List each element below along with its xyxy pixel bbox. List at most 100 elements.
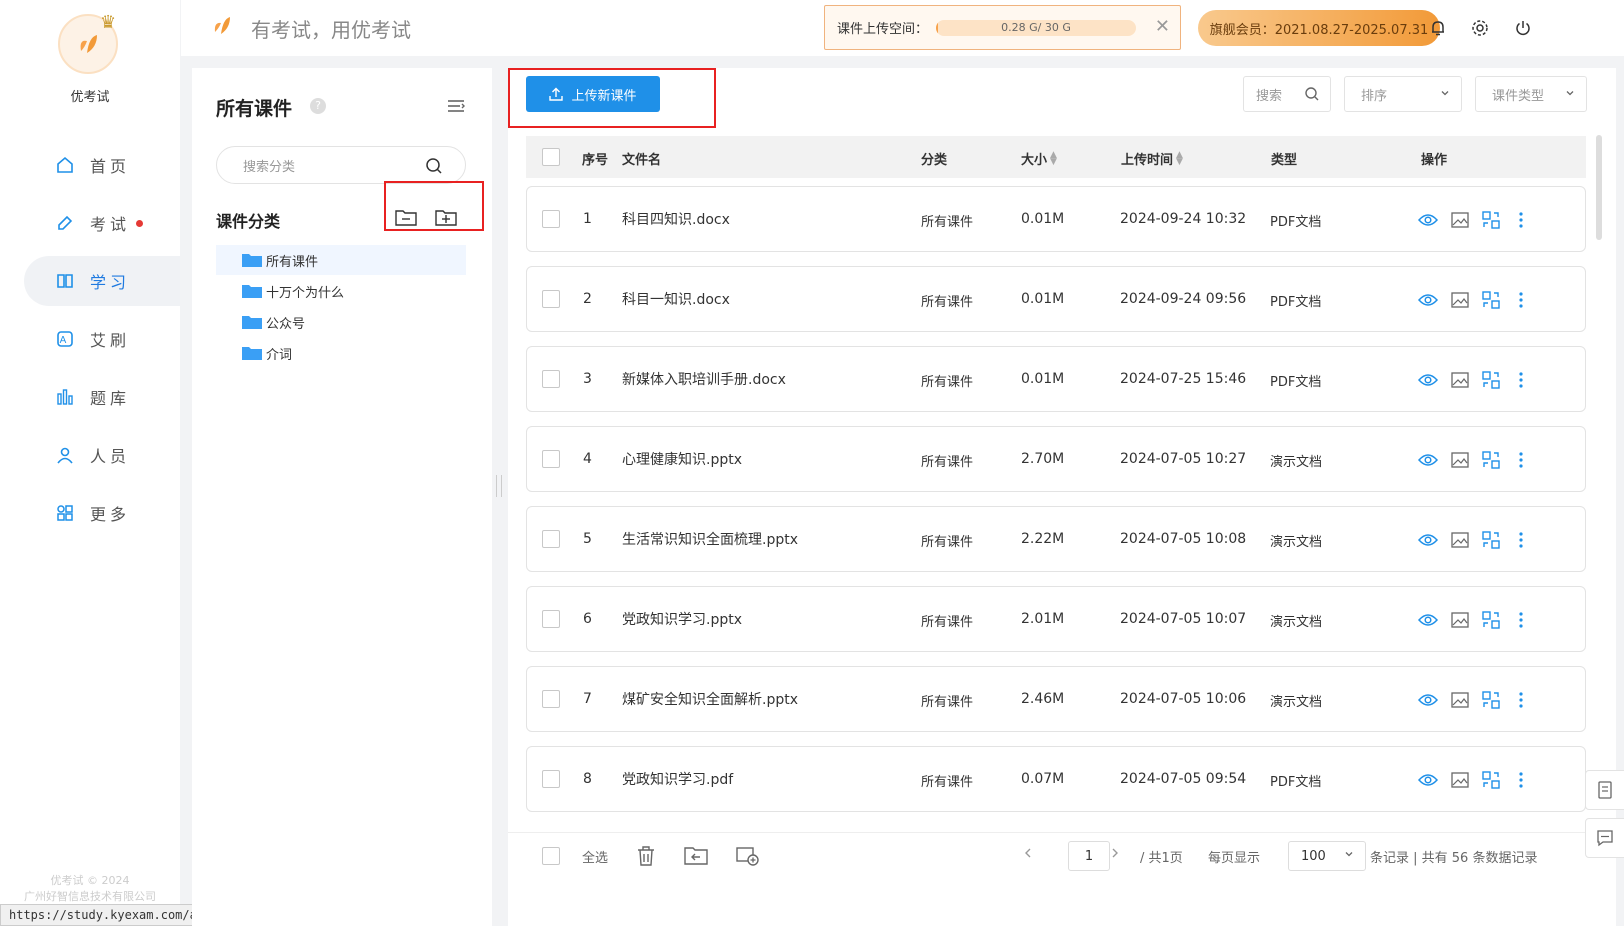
trash-icon[interactable] xyxy=(636,845,656,867)
move-folder-icon[interactable] xyxy=(684,845,708,865)
eye-icon[interactable] xyxy=(1417,769,1439,791)
row-checkbox[interactable] xyxy=(542,210,560,228)
transfer-icon[interactable] xyxy=(1480,209,1502,231)
search-icon[interactable] xyxy=(425,157,443,179)
chat-icon[interactable] xyxy=(1585,818,1624,858)
page-number-input[interactable]: 1 xyxy=(1068,841,1110,871)
image-icon[interactable] xyxy=(1449,449,1471,471)
cell-filename[interactable]: 科目一知识.docx xyxy=(622,289,730,309)
page-size-select[interactable]: 100 xyxy=(1288,841,1366,871)
more-vertical-icon[interactable] xyxy=(1510,449,1532,471)
sort-select[interactable]: 排序 xyxy=(1344,76,1462,112)
power-icon[interactable] xyxy=(1511,16,1535,40)
more-vertical-icon[interactable] xyxy=(1510,529,1532,551)
col-time[interactable]: 上传时间 ▲ ▼ xyxy=(1121,149,1183,168)
table-row[interactable]: 5 生活常识知识全面梳理.pptx 所有课件 2.22M 2024-07-05 10:0… xyxy=(526,506,1586,572)
cell-filename[interactable]: 生活常识知识全面梳理.pptx xyxy=(622,529,798,549)
search-icon[interactable] xyxy=(1304,86,1320,106)
cell-filename[interactable]: 科目四知识.docx xyxy=(622,209,730,229)
image-icon[interactable] xyxy=(1449,689,1471,711)
prev-page-icon[interactable] xyxy=(1023,847,1033,859)
close-icon[interactable]: ✕ xyxy=(1155,16,1170,37)
cell-filename[interactable]: 党政知识学习.pptx xyxy=(622,609,742,629)
col-size[interactable]: 大小 ▲ ▼ xyxy=(1021,149,1057,168)
batch-settings-icon[interactable] xyxy=(736,845,760,867)
search-box[interactable]: 搜索 xyxy=(1243,76,1331,112)
more-vertical-icon[interactable] xyxy=(1510,209,1532,231)
tree-item[interactable]: 十万个为什么 xyxy=(216,276,466,306)
upload-courseware-button[interactable]: 上传新课件 xyxy=(526,76,660,112)
more-vertical-icon[interactable] xyxy=(1510,369,1532,391)
cell-filename[interactable]: 煤矿安全知识全面解析.pptx xyxy=(622,689,798,709)
cell-filename[interactable]: 新媒体入职培训手册.docx xyxy=(622,369,786,389)
vip-badge[interactable]: 旗舰会员：2021.08.27-2025.07.31 xyxy=(1198,10,1440,46)
row-checkbox[interactable] xyxy=(542,690,560,708)
transfer-icon[interactable] xyxy=(1480,689,1502,711)
transfer-icon[interactable] xyxy=(1480,449,1502,471)
eye-icon[interactable] xyxy=(1417,209,1439,231)
select-all-label[interactable]: 全选 xyxy=(582,847,608,866)
scrollbar[interactable] xyxy=(1596,135,1602,240)
table-row[interactable]: 8 党政知识学习.pdf 所有课件 0.07M 2024-07-05 09:54 PDF文… xyxy=(526,746,1586,812)
image-icon[interactable] xyxy=(1449,369,1471,391)
more-vertical-icon[interactable] xyxy=(1510,769,1532,791)
more-vertical-icon[interactable] xyxy=(1510,609,1532,631)
notes-icon[interactable] xyxy=(1585,770,1624,810)
image-icon[interactable] xyxy=(1449,209,1471,231)
nav-item-more[interactable]: 更多 xyxy=(24,488,180,538)
help-icon[interactable]: ? xyxy=(310,98,326,114)
table-row[interactable]: 3 新媒体入职培训手册.docx 所有课件 0.01M 2024-07-25 15:46… xyxy=(526,346,1586,412)
transfer-icon[interactable] xyxy=(1480,609,1502,631)
eye-icon[interactable] xyxy=(1417,449,1439,471)
cell-filename[interactable]: 心理健康知识.pptx xyxy=(622,449,742,469)
more-vertical-icon[interactable] xyxy=(1510,689,1532,711)
image-icon[interactable] xyxy=(1449,769,1471,791)
image-icon[interactable] xyxy=(1449,609,1471,631)
nav-item-home[interactable]: 首页 xyxy=(24,140,180,190)
row-checkbox[interactable] xyxy=(542,450,560,468)
footer-select-all-checkbox[interactable] xyxy=(542,847,560,865)
eye-icon[interactable] xyxy=(1417,369,1439,391)
eye-icon[interactable] xyxy=(1417,689,1439,711)
table-row[interactable]: 4 心理健康知识.pptx 所有课件 2.70M 2024-07-05 10:27 演示文… xyxy=(526,426,1586,492)
select-all-checkbox[interactable] xyxy=(542,148,560,166)
image-icon[interactable] xyxy=(1449,289,1471,311)
table-row[interactable]: 2 科目一知识.docx 所有课件 0.01M 2024-09-24 09:56 PDF文… xyxy=(526,266,1586,332)
eye-icon[interactable] xyxy=(1417,529,1439,551)
tree-item[interactable]: 公众号 xyxy=(216,307,466,337)
row-checkbox[interactable] xyxy=(542,290,560,308)
courseware-type-select[interactable]: 课件类型 xyxy=(1475,76,1587,112)
nav-item-people[interactable]: 人员 xyxy=(24,430,180,480)
eye-icon[interactable] xyxy=(1417,289,1439,311)
cell-filename[interactable]: 党政知识学习.pdf xyxy=(622,769,733,789)
image-icon[interactable] xyxy=(1449,529,1471,551)
collapse-menu-icon[interactable] xyxy=(446,98,466,118)
eye-icon[interactable] xyxy=(1417,609,1439,631)
category-search-input[interactable]: 搜索分类 xyxy=(216,146,466,184)
panel-resize-handle[interactable] xyxy=(496,475,502,497)
table-row[interactable]: 1 科目四知识.docx 所有课件 0.01M 2024-09-24 10:32 PDF文… xyxy=(526,186,1586,252)
transfer-icon[interactable] xyxy=(1480,529,1502,551)
nav-item-question-bank[interactable]: 题库 xyxy=(24,372,180,422)
table-row[interactable]: 6 党政知识学习.pptx 所有课件 2.01M 2024-07-05 10:07 演示文… xyxy=(526,586,1586,652)
app-logo[interactable]: ♛ xyxy=(58,12,122,78)
transfer-icon[interactable] xyxy=(1480,769,1502,791)
nav-item-study[interactable]: 学习 xyxy=(24,256,180,306)
tree-item[interactable]: 所有课件 xyxy=(216,245,466,275)
folder-add-icon[interactable] xyxy=(434,206,458,228)
nav-item-exam[interactable]: 考试 xyxy=(24,198,180,248)
transfer-icon[interactable] xyxy=(1480,289,1502,311)
row-checkbox[interactable] xyxy=(542,610,560,628)
bell-icon[interactable] xyxy=(1426,16,1450,40)
tree-item[interactable]: 介词 xyxy=(216,338,466,368)
row-checkbox[interactable] xyxy=(542,370,560,388)
more-vertical-icon[interactable] xyxy=(1510,289,1532,311)
gear-icon[interactable] xyxy=(1468,16,1492,40)
next-page-icon[interactable] xyxy=(1110,847,1120,859)
transfer-icon[interactable] xyxy=(1480,369,1502,391)
row-checkbox[interactable] xyxy=(542,530,560,548)
nav-item-aishua[interactable]: A 艾刷 xyxy=(24,314,180,364)
row-checkbox[interactable] xyxy=(542,770,560,788)
folder-minus-icon[interactable] xyxy=(394,206,418,228)
table-row[interactable]: 7 煤矿安全知识全面解析.pptx 所有课件 2.46M 2024-07-05 10:0… xyxy=(526,666,1586,732)
